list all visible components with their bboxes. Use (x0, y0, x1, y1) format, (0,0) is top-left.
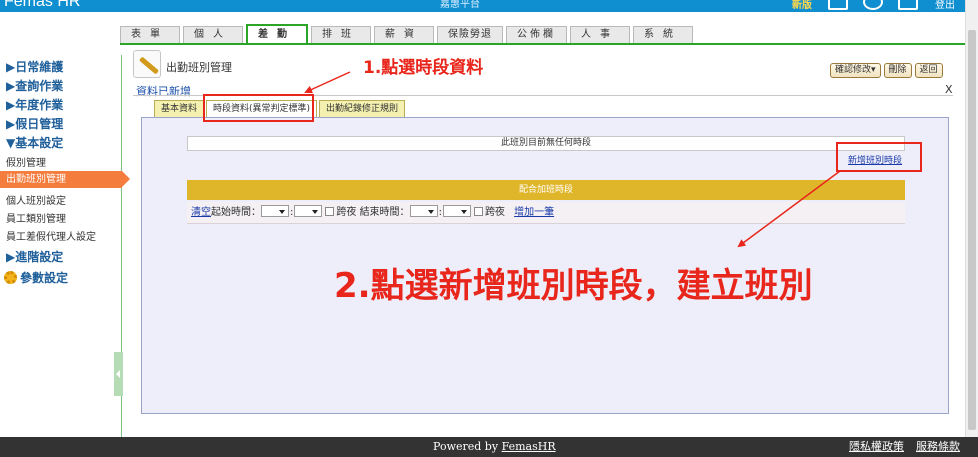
step2-arrow (737, 170, 841, 248)
step2-annotation: 2.點選新增班別時段，建立班別 (334, 266, 813, 306)
step1-annotation: 1.點選時段資料 (363, 58, 484, 78)
powered-by: Powered by FemasHR (433, 437, 556, 457)
powered-prefix: Powered by (433, 440, 499, 453)
privacy-link[interactable]: 隱私權政策 (849, 440, 904, 453)
femashr-link[interactable]: FemasHR (502, 440, 556, 453)
step1-arrow (304, 71, 351, 94)
footer: Powered by FemasHR 隱私權政策 服務條款 (0, 437, 978, 457)
terms-link[interactable]: 服務條款 (916, 440, 960, 453)
annotation-arrows (304, 71, 841, 248)
footer-links: 隱私權政策 服務條款 (849, 437, 972, 457)
